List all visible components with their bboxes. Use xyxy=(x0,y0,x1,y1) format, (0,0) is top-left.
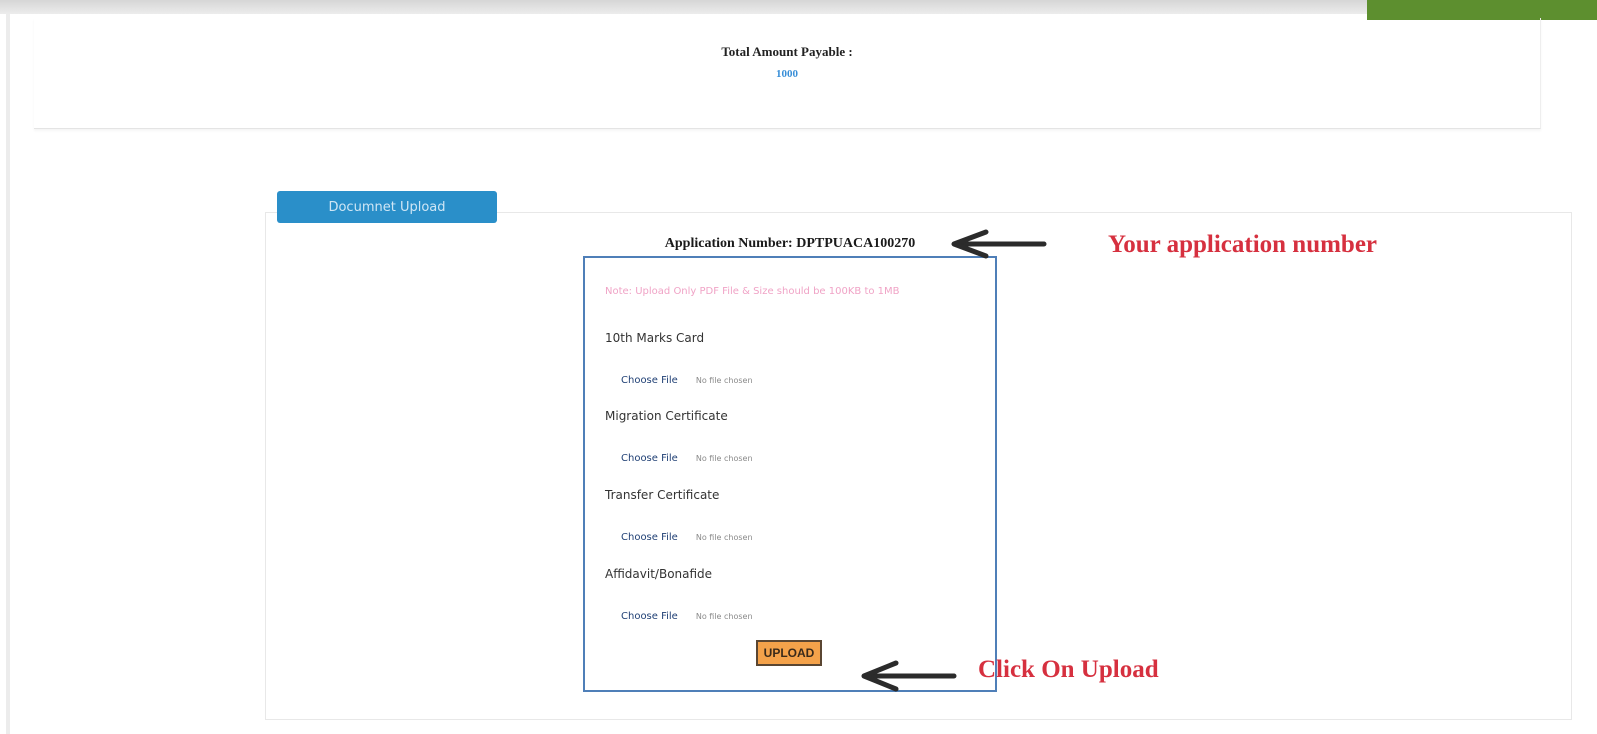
file-input-migration-certificate[interactable]: Choose File No file chosen xyxy=(621,448,753,466)
choose-file-button[interactable]: Choose File xyxy=(621,611,678,622)
application-number: Application Number: DPTPUACA100270 xyxy=(664,236,916,251)
left-arrow-icon xyxy=(951,229,1047,259)
file-status: No file chosen xyxy=(695,454,753,463)
file-input-10th-marks-card[interactable]: Choose File No file chosen xyxy=(621,370,753,388)
file-status: No file chosen xyxy=(695,533,753,542)
amount-panel: Total Amount Payable : 1000 xyxy=(34,18,1541,129)
doc-label-10th-marks-card: 10th Marks Card xyxy=(605,331,705,345)
upload-form: Note: Upload Only PDF File & Size should… xyxy=(583,256,997,692)
upload-button[interactable]: UPLOAD xyxy=(756,640,822,666)
top-header-strip xyxy=(0,0,1597,14)
annotation-application-number: Your application number xyxy=(1108,231,1378,258)
annotation-click-upload: Click On Upload xyxy=(978,656,1159,683)
upload-note: Note: Upload Only PDF File & Size should… xyxy=(605,286,900,297)
document-upload-tab[interactable]: Documnet Upload xyxy=(277,191,497,223)
total-amount-label: Total Amount Payable : xyxy=(721,44,853,59)
doc-label-migration-certificate: Migration Certificate xyxy=(605,409,728,423)
choose-file-button[interactable]: Choose File xyxy=(621,532,678,543)
doc-label-transfer-certificate: Transfer Certificate xyxy=(605,488,720,502)
corner-accent xyxy=(1367,0,1597,20)
file-input-affidavit-bonafide[interactable]: Choose File No file chosen xyxy=(621,606,753,624)
file-status: No file chosen xyxy=(695,376,753,385)
file-input-transfer-certificate[interactable]: Choose File No file chosen xyxy=(621,527,753,545)
choose-file-button[interactable]: Choose File xyxy=(621,453,678,464)
left-arrow-icon xyxy=(861,660,957,692)
left-edge-border xyxy=(6,14,10,734)
total-amount-value: 1000 xyxy=(776,68,798,80)
file-status: No file chosen xyxy=(695,612,753,621)
doc-label-affidavit-bonafide: Affidavit/Bonafide xyxy=(605,567,713,581)
choose-file-button[interactable]: Choose File xyxy=(621,375,678,386)
